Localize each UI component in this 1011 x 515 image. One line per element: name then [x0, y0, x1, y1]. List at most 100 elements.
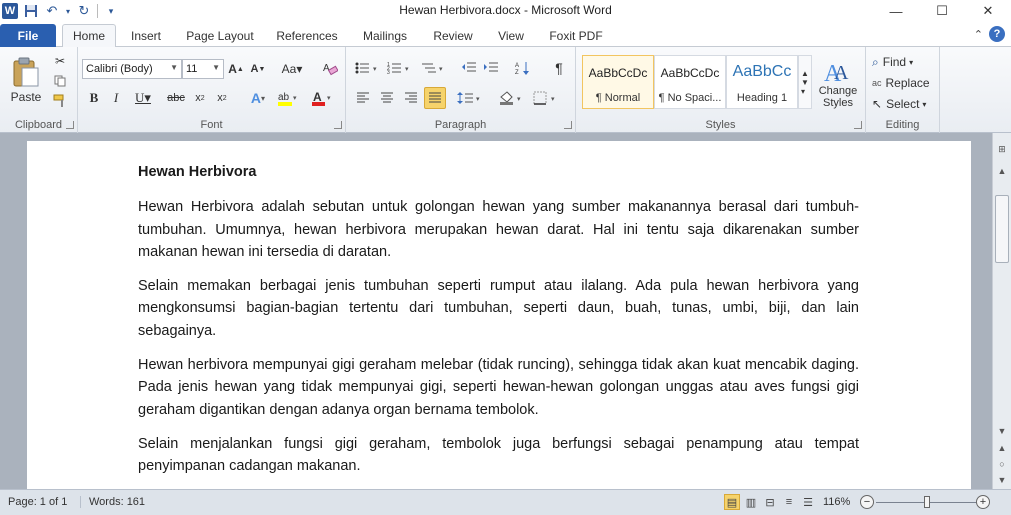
text-effects-icon[interactable]: A ▾	[246, 89, 270, 107]
clipboard-dialog-launcher[interactable]	[66, 121, 74, 129]
underline-icon[interactable]: U▾	[132, 89, 154, 107]
minimize-ribbon-icon[interactable]: ⌃	[974, 28, 983, 41]
zoom-level[interactable]: 116%	[823, 496, 850, 508]
tab-bar-right: ⌃ ?	[974, 26, 1005, 42]
style-heading-1[interactable]: AaBbCc Heading 1	[726, 55, 798, 109]
replace-button[interactable]: ac Replace	[872, 74, 936, 92]
paragraph-group-label: Paragraph	[434, 119, 487, 131]
help-icon[interactable]: ?	[989, 26, 1005, 42]
paste-button[interactable]: Paste	[6, 52, 46, 108]
tab-file[interactable]: File	[0, 24, 56, 47]
page-count[interactable]: Page: 1 of 1	[8, 496, 67, 508]
print-layout-view-icon[interactable]: ▤	[724, 494, 740, 510]
multilevel-list-icon[interactable]: ▾	[420, 59, 448, 77]
zoom-slider-thumb[interactable]	[924, 496, 930, 508]
sort-icon[interactable]: AZ	[514, 59, 532, 77]
paragraph-3: Hewan herbivora mempunyai gigi geraham m…	[138, 357, 859, 418]
vertical-scrollbar[interactable]: ⊞ ▲ ▼ ▲ ○ ▼	[992, 133, 1011, 489]
copy-icon[interactable]	[52, 73, 68, 89]
style-normal[interactable]: AaBbCcDc ¶ Normal	[582, 55, 654, 109]
change-styles-button[interactable]: A A Change Styles	[816, 53, 860, 113]
font-size-value: 11	[186, 63, 198, 75]
select-button[interactable]: ↖ Select ▾	[872, 95, 936, 113]
next-page-icon[interactable]: ▼	[993, 472, 1011, 488]
paragraph-dialog-launcher[interactable]	[564, 121, 572, 129]
grow-font-icon[interactable]: A ▲	[227, 61, 245, 77]
shrink-font-icon[interactable]: A ▼	[249, 61, 267, 77]
format-painter-icon[interactable]	[52, 93, 68, 109]
tab-review[interactable]: Review	[424, 24, 482, 47]
increase-indent-icon[interactable]	[482, 59, 500, 77]
subscript-icon[interactable]: x2	[192, 89, 208, 107]
superscript-icon[interactable]: x2	[214, 89, 230, 107]
previous-page-icon[interactable]: ▲	[993, 440, 1011, 456]
svg-text:▾: ▾	[551, 96, 555, 103]
borders-icon[interactable]: ▾	[532, 89, 560, 107]
change-case-icon[interactable]: Aa▾	[280, 61, 304, 77]
align-right-icon[interactable]	[402, 89, 420, 107]
find-label: Find	[882, 55, 907, 69]
shading-icon[interactable]: ▾	[498, 89, 526, 107]
scroll-thumb[interactable]	[995, 195, 1009, 263]
style-heading-1-sample: AaBbCc	[732, 63, 792, 80]
tab-foxit-pdf[interactable]: Foxit PDF	[542, 24, 610, 47]
numbering-icon[interactable]: 1 2 3 ▾	[386, 59, 414, 77]
full-screen-reading-view-icon[interactable]: ▥	[743, 494, 759, 510]
styles-dialog-launcher[interactable]	[854, 121, 862, 129]
paste-icon	[13, 57, 39, 87]
italic-icon[interactable]: I	[108, 89, 124, 107]
browse-object-icon[interactable]: ○	[993, 456, 1011, 472]
find-button[interactable]: ⌕ Find ▾	[872, 53, 936, 71]
svg-text:A: A	[834, 62, 849, 84]
bold-icon[interactable]: B	[86, 89, 102, 107]
paragraph-group: ▾ 1 2 3 ▾ ▾ AZ ¶ ▾ ▾ ▾ Paragraph	[346, 47, 576, 133]
editing-group-label: Editing	[885, 119, 920, 131]
styles-group: AaBbCcDc ¶ Normal AaBbCcDc ¶ No Spaci...…	[576, 47, 866, 133]
scroll-down-icon[interactable]: ▼	[993, 423, 1011, 439]
styles-gallery-scroll[interactable]: ▲ ▼ ▾	[798, 55, 812, 109]
zoom-in-button[interactable]: +	[976, 495, 990, 509]
show-formatting-marks-icon[interactable]: ¶	[550, 59, 568, 77]
justify-icon[interactable]	[424, 87, 446, 109]
tab-home[interactable]: Home	[62, 24, 116, 48]
draft-view-icon[interactable]: ☰	[800, 494, 816, 510]
style-heading-1-name: Heading 1	[736, 92, 788, 104]
font-size-combo[interactable]: 11 ▼	[182, 59, 224, 79]
line-spacing-icon[interactable]: ▾	[456, 89, 484, 107]
zoom-out-button[interactable]: −	[860, 495, 874, 509]
paragraph-2: Selain memakan berbagai jenis tumbuhan s…	[138, 278, 859, 339]
font-dialog-launcher[interactable]	[334, 121, 342, 129]
select-icon: ↖	[872, 97, 883, 111]
web-layout-view-icon[interactable]: ⊟	[762, 494, 778, 510]
align-left-icon[interactable]	[354, 89, 372, 107]
document-text[interactable]: Hewan Herbivora Hewan Herbivora adalah s…	[138, 161, 859, 489]
close-button[interactable]: ✕	[965, 0, 1011, 22]
paragraph-1: Hewan Herbivora adalah sebutan untuk gol…	[138, 199, 859, 260]
clear-formatting-icon[interactable]: A	[321, 59, 339, 77]
ruler-toggle-icon[interactable]: ⊞	[993, 141, 1011, 157]
decrease-indent-icon[interactable]	[460, 59, 478, 77]
outline-view-icon[interactable]: ≡	[781, 494, 797, 510]
strikethrough-icon[interactable]: abc	[166, 89, 186, 107]
align-center-icon[interactable]	[378, 89, 396, 107]
tab-page-layout[interactable]: Page Layout	[180, 24, 260, 47]
tab-references[interactable]: References	[268, 24, 346, 47]
font-size-dropdown-icon: ▼	[212, 63, 220, 72]
highlight-color-icon[interactable]: ab ▾	[276, 89, 300, 107]
window-controls: — ☐ ✕	[873, 0, 1011, 22]
maximize-button[interactable]: ☐	[919, 0, 965, 22]
style-no-spacing[interactable]: AaBbCcDc ¶ No Spaci...	[654, 55, 726, 109]
document-heading: Hewan Herbivora	[138, 164, 257, 180]
svg-text:▾: ▾	[327, 95, 331, 102]
scroll-up-icon[interactable]: ▲	[993, 163, 1011, 179]
word-count[interactable]: Words: 161	[80, 496, 145, 508]
minimize-button[interactable]: —	[873, 0, 919, 22]
font-family-combo[interactable]: Calibri (Body) ▼	[82, 59, 182, 79]
tab-insert[interactable]: Insert	[120, 24, 172, 47]
document-page[interactable]: Hewan Herbivora Hewan Herbivora adalah s…	[27, 141, 971, 489]
tab-view[interactable]: View	[488, 24, 534, 47]
cut-icon[interactable]: ✂	[52, 53, 68, 69]
tab-mailings[interactable]: Mailings	[354, 24, 416, 47]
bullets-icon[interactable]: ▾	[354, 59, 382, 77]
font-color-icon[interactable]: A ▾	[310, 89, 334, 107]
